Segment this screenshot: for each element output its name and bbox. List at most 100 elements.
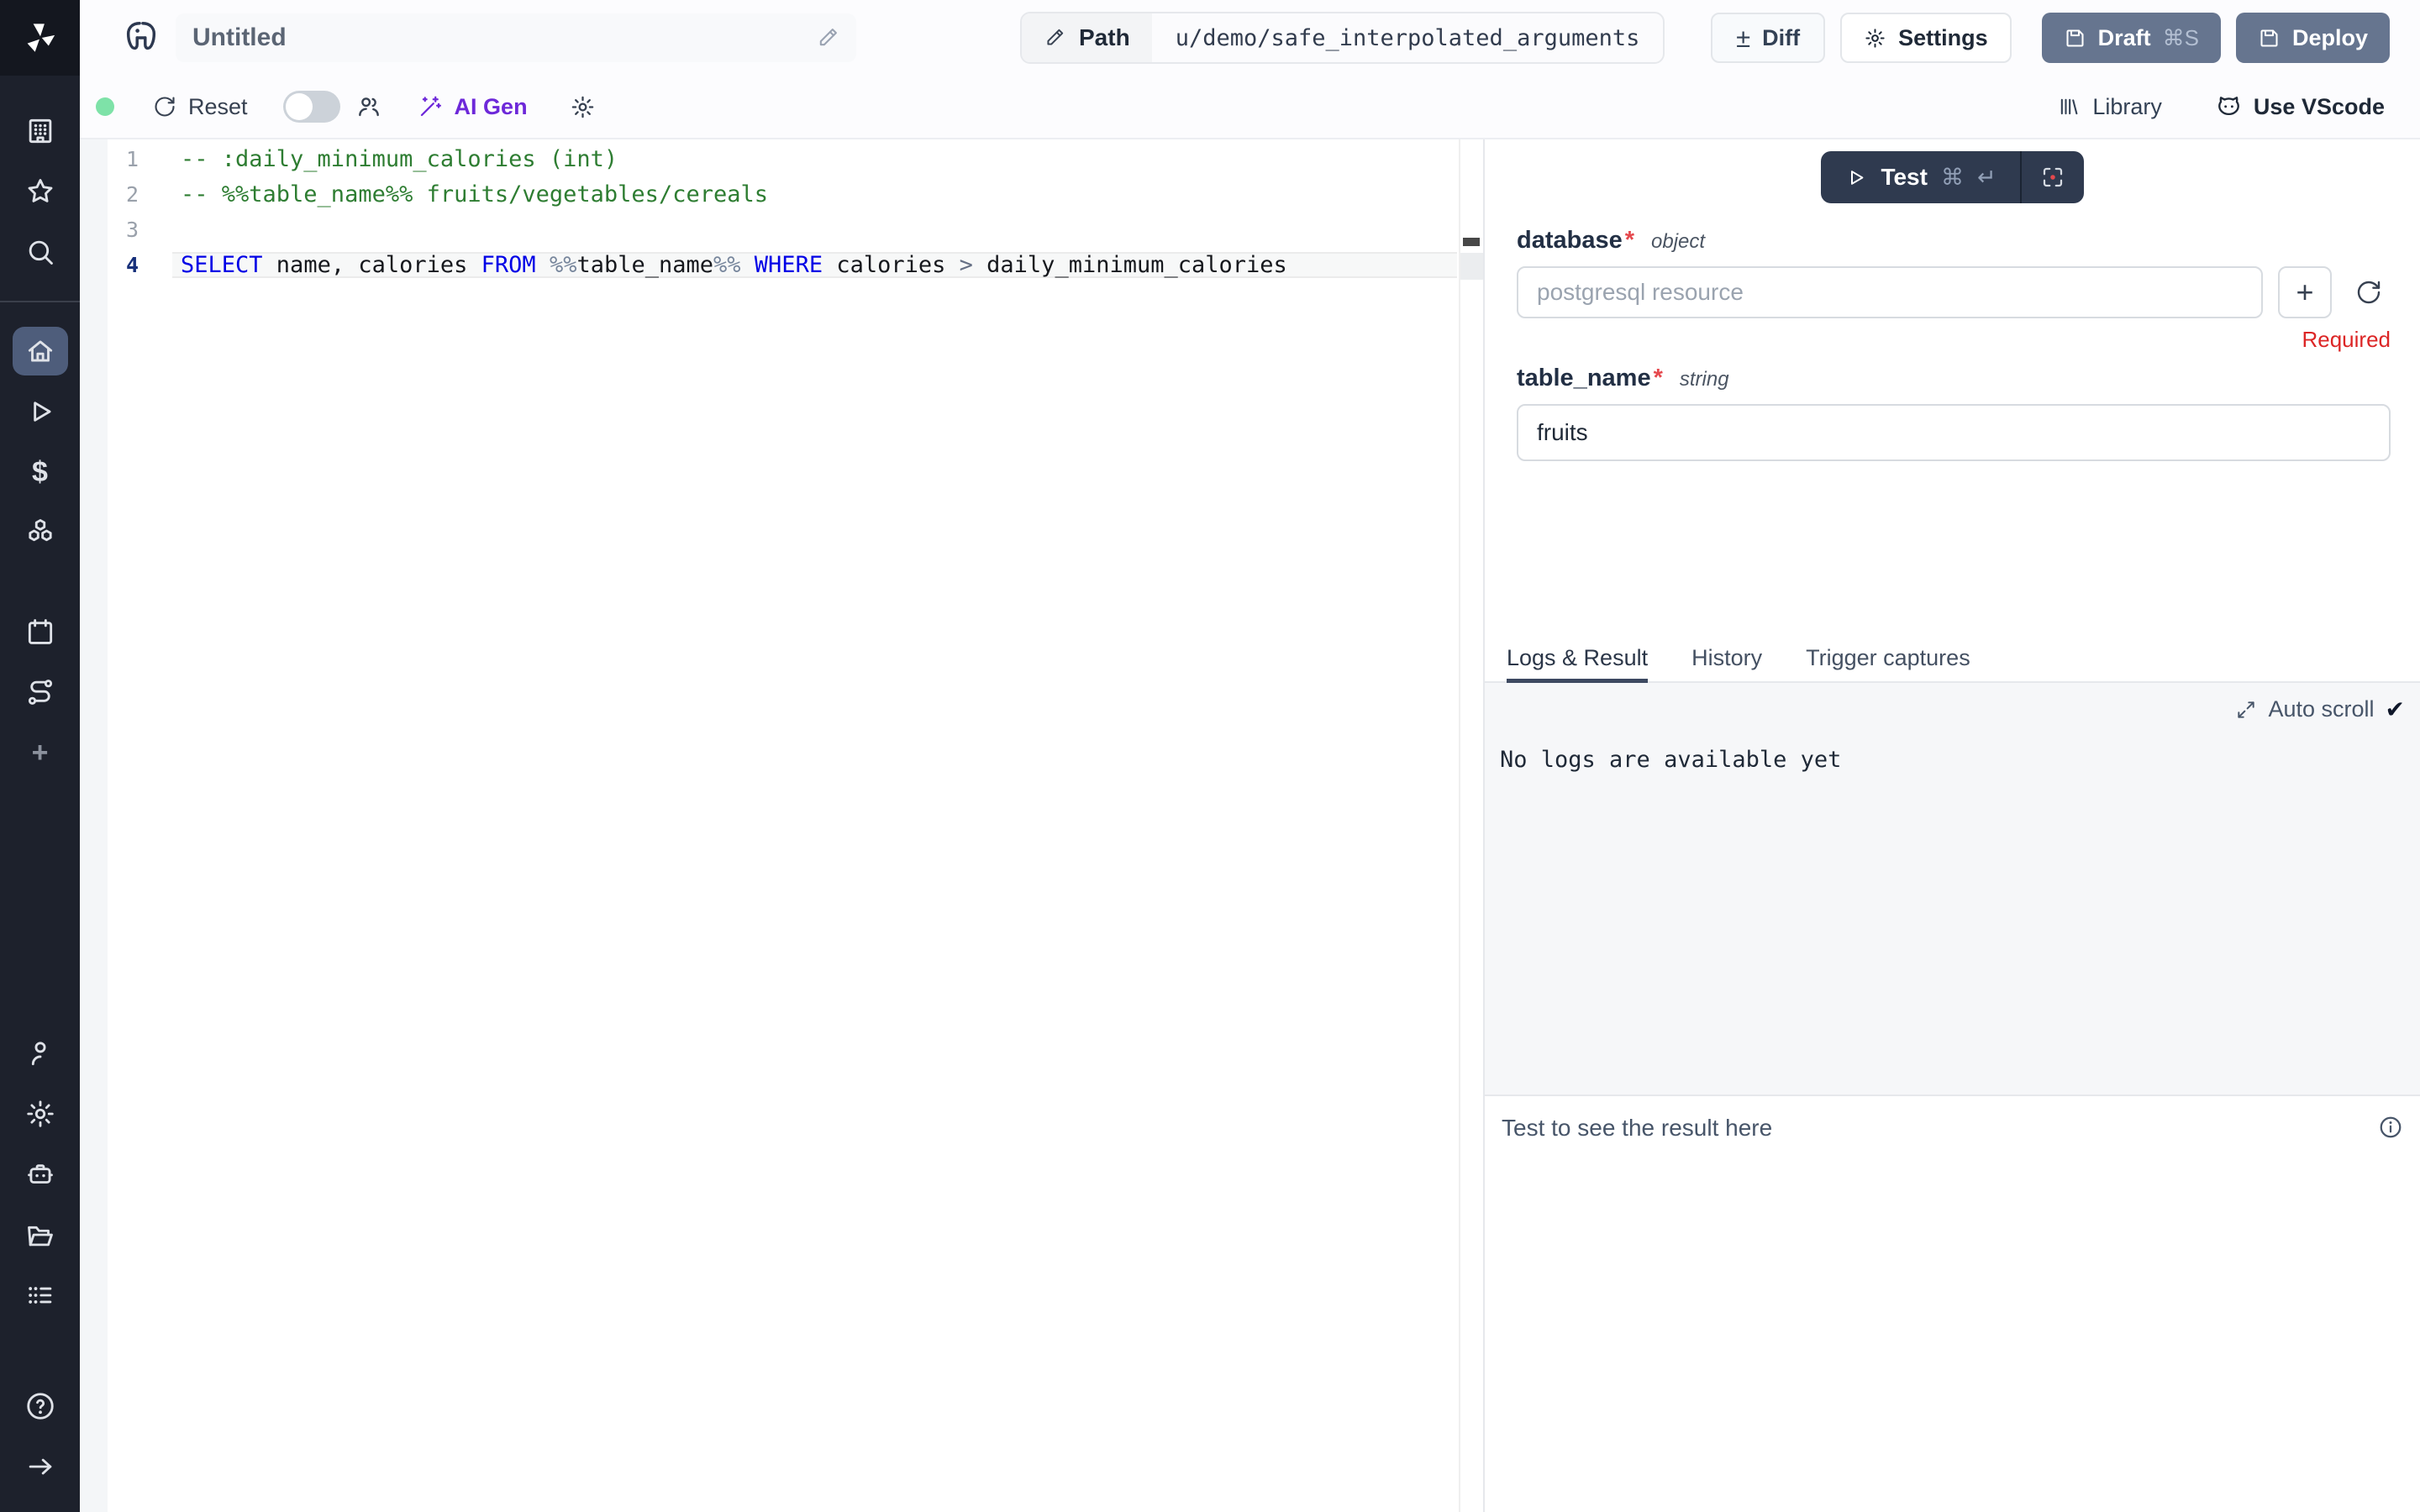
sidebar-item-folders[interactable] xyxy=(0,1205,80,1265)
path-value[interactable]: u/demo/safe_interpolated_arguments xyxy=(1152,13,1664,62)
search-icon xyxy=(24,236,56,268)
sidebar-item-search[interactable] xyxy=(0,222,80,282)
path-label-section: Path xyxy=(1022,13,1152,62)
table-name-required-marker: * xyxy=(1654,365,1663,392)
check-icon[interactable]: ✔ xyxy=(2386,696,2405,723)
sidebar-item-schedules[interactable] xyxy=(0,601,80,662)
sidebar-item-expand[interactable] xyxy=(0,1436,80,1497)
script-title-input[interactable] xyxy=(192,24,816,52)
code-token-keyword: WHERE xyxy=(755,252,823,278)
editor-overview-ruler[interactable] xyxy=(1459,139,1483,1512)
sidebar-item-create[interactable]: + xyxy=(0,722,80,783)
sidebar-foot-group xyxy=(0,1376,80,1497)
use-vscode-button[interactable]: Use VScode xyxy=(2216,94,2385,120)
dollar-icon: $ xyxy=(32,456,48,489)
home-icon xyxy=(24,335,56,367)
diff-button-label: Diff xyxy=(1762,25,1800,51)
test-button-row: Test ⌘ ↵ xyxy=(1485,151,2420,203)
sidebar-item-variables[interactable]: $ xyxy=(0,442,80,502)
line-code: -- :daily_minimum_calories (int) xyxy=(172,146,1457,172)
line-number: 2 xyxy=(108,182,139,207)
sidebar-item-workspace[interactable] xyxy=(0,101,80,161)
cubes-icon xyxy=(24,517,56,549)
magic-wand-icon xyxy=(418,94,443,119)
expand-icon[interactable] xyxy=(2235,699,2257,721)
gear-icon xyxy=(24,1098,56,1130)
save-icon xyxy=(2258,27,2281,50)
tab-logs-result-label: Logs & Result xyxy=(1507,645,1648,671)
sidebar: $ + xyxy=(0,0,80,1512)
windmill-logo[interactable] xyxy=(0,0,80,76)
sidebar-item-flows[interactable] xyxy=(0,662,80,722)
sidebar-item-help[interactable] xyxy=(0,1376,80,1436)
code-token-plain: calories xyxy=(823,252,960,278)
code-line-1[interactable]: 1-- :daily_minimum_calories (int) xyxy=(108,141,1457,176)
script-title-field[interactable] xyxy=(176,13,856,62)
edit-pencil-icon[interactable] xyxy=(816,26,839,50)
sidebar-item-resources[interactable] xyxy=(0,502,80,563)
sidebar-item-favorites[interactable] xyxy=(0,161,80,222)
test-button-label: Test xyxy=(1881,164,1928,191)
sidebar-item-audit-logs[interactable] xyxy=(0,1265,80,1326)
code-token-delim: %% xyxy=(550,252,577,278)
table-name-field-name: table_name xyxy=(1517,365,1651,392)
sidebar-main-group: $ + xyxy=(0,321,80,783)
database-required-hint: Required xyxy=(1517,327,2391,353)
library-button[interactable]: Library xyxy=(2057,94,2162,120)
code-line-2[interactable]: 2 -- %%table_name%% fruits/vegetables/cer… xyxy=(108,176,1457,212)
code-line-4[interactable]: 4SELECT name, calories FROM %%table_name… xyxy=(108,247,1457,282)
refresh-resource-button[interactable] xyxy=(2347,266,2391,318)
use-vscode-label: Use VScode xyxy=(2254,94,2385,120)
collaborators-button[interactable] xyxy=(355,93,382,120)
collaboration-toggle[interactable] xyxy=(283,91,340,123)
status-dot xyxy=(96,97,114,116)
refresh-icon xyxy=(2355,279,2382,306)
code-token-delim: %% xyxy=(713,252,741,278)
add-resource-button[interactable]: + xyxy=(2278,266,2332,318)
code-line-3[interactable]: 3 xyxy=(108,212,1457,247)
sidebar-item-home[interactable] xyxy=(0,321,80,381)
arguments-section: Test ⌘ ↵ xyxy=(1485,139,2420,635)
list-icon xyxy=(24,1279,56,1311)
play-icon xyxy=(1844,166,1867,189)
diff-button[interactable]: ± Diff xyxy=(1711,13,1825,63)
database-required-marker: * xyxy=(1625,227,1634,255)
editor-glyph-margin xyxy=(80,139,108,1512)
auto-scroll-label[interactable]: Auto scroll xyxy=(2268,696,2374,722)
code-token-keyword: FROM xyxy=(481,252,536,278)
tab-trigger-captures[interactable]: Trigger captures xyxy=(1806,635,1970,681)
ai-gen-button[interactable]: AI Gen xyxy=(418,94,528,120)
path-badge[interactable]: Path u/demo/safe_interpolated_arguments xyxy=(1020,12,1665,64)
test-shortcut-cmd: ⌘ xyxy=(1941,165,1964,191)
table-name-input[interactable] xyxy=(1517,404,2391,461)
ai-gen-label: AI Gen xyxy=(455,94,528,120)
settings-button[interactable]: Settings xyxy=(1840,13,2012,63)
sidebar-item-account[interactable] xyxy=(0,1023,80,1084)
auto-scroll-control[interactable]: Auto scroll ✔ xyxy=(1500,696,2405,723)
code-editor[interactable]: 1-- :daily_minimum_calories (int) 2 -- %%t… xyxy=(80,139,1483,1512)
vscode-cat-icon xyxy=(2216,94,2242,120)
sidebar-top-group xyxy=(0,101,80,282)
sidebar-item-runs[interactable] xyxy=(0,381,80,442)
sidebar-item-workers[interactable] xyxy=(0,1144,80,1205)
code-token-comment: -- %%table_name%% fruits/vegetables/cere… xyxy=(181,181,768,207)
result-tabs: Logs & Result History Trigger captures xyxy=(1485,635,2420,683)
tab-logs-result[interactable]: Logs & Result xyxy=(1507,635,1648,681)
person-icon xyxy=(24,1037,56,1069)
arrow-right-icon xyxy=(24,1451,56,1483)
sidebar-item-settings[interactable] xyxy=(0,1084,80,1144)
sidebar-gap xyxy=(0,563,80,601)
draft-button[interactable]: Draft ⌘S xyxy=(2042,13,2221,63)
script-settings-button[interactable] xyxy=(570,94,596,120)
argument-fields: database * object + xyxy=(1485,203,2420,461)
result-info-button[interactable] xyxy=(2378,1115,2403,1142)
tab-history[interactable]: History xyxy=(1691,635,1762,681)
deploy-button[interactable]: Deploy xyxy=(2236,13,2390,63)
building-icon xyxy=(24,115,56,147)
capture-button[interactable] xyxy=(2022,151,2084,203)
windmill-logo-icon xyxy=(23,20,58,55)
code-token-comment: -- :daily_minimum_calories (int) xyxy=(181,146,618,172)
test-button[interactable]: Test ⌘ ↵ xyxy=(1821,151,2019,203)
reset-button[interactable]: Reset xyxy=(153,94,248,120)
database-resource-input[interactable] xyxy=(1517,266,2263,318)
